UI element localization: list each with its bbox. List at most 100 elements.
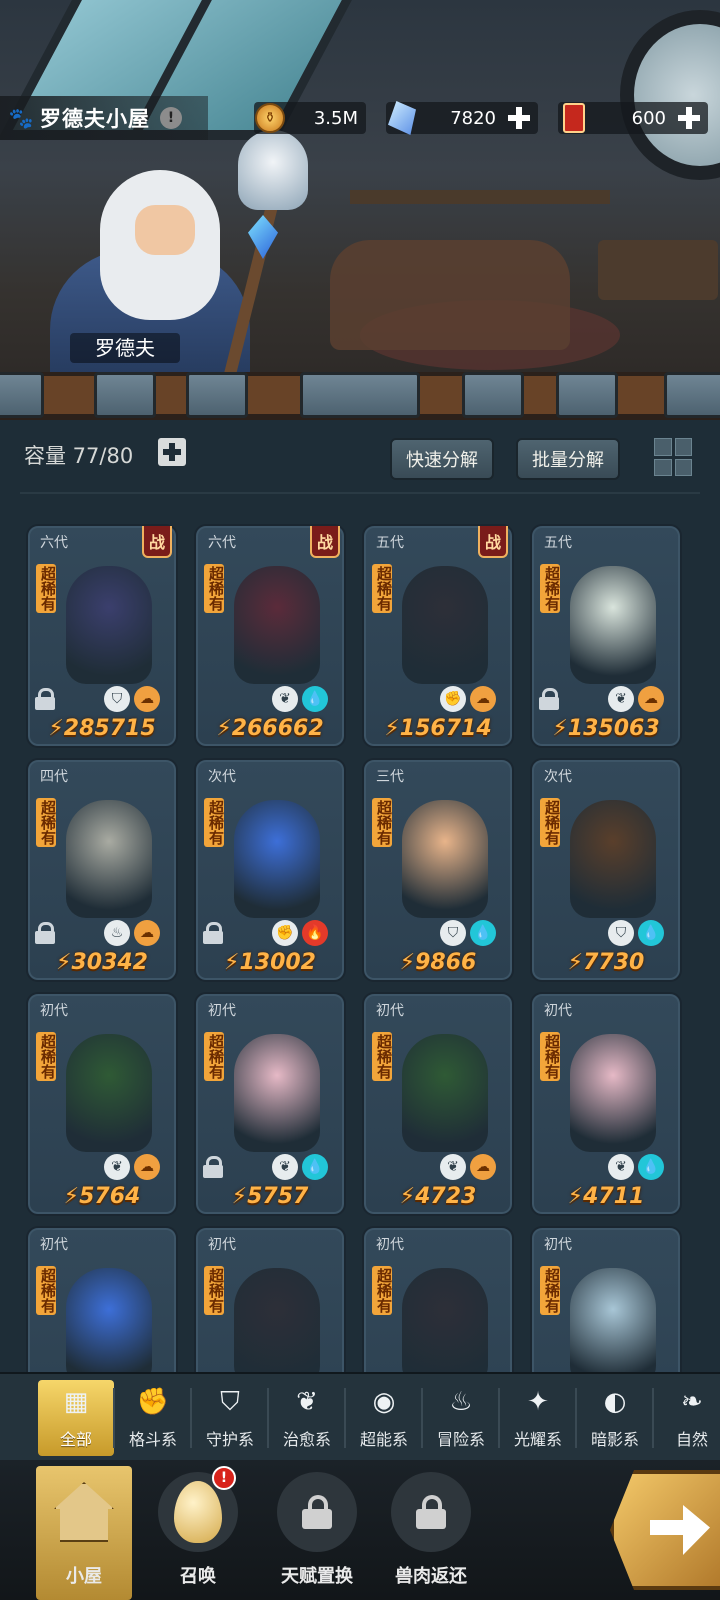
bookshelf [350,190,610,204]
generation-label: 初代 [376,1003,404,1019]
teal-type-icon: 💧 [638,920,664,946]
generation-label: 初代 [40,1003,68,1019]
pet-portrait [234,566,320,684]
pet-card[interactable]: 初代 超稀有 ❦ 💧 ⚡5757 [194,992,346,1216]
pet-type-icons: ✊ 🔥 [272,920,328,946]
add-crystal-button[interactable] [508,107,530,129]
pet-portrait [234,1268,320,1376]
alien-icon: ◉ [372,1387,396,1417]
coin-icon: ⚱ [255,103,285,133]
expand-capacity-button[interactable] [158,438,186,466]
guard-type-icon: ⛉ [440,920,466,946]
category-tab[interactable]: ◉ 超能系 [346,1380,422,1456]
nav-summon[interactable]: ! 召唤 [150,1466,246,1600]
rarity-tag: 超稀有 [372,564,393,613]
rarity-tag: 超稀有 [372,1032,393,1081]
lock-icon[interactable] [202,1156,224,1178]
category-tab[interactable]: ◐ 暗影系 [577,1380,653,1456]
generation-label: 五代 [544,535,572,551]
quick-decompose-button[interactable]: 快速分解 [390,438,494,480]
generation-label: 次代 [208,769,236,785]
rarity-tag: 超稀有 [204,1266,225,1315]
generation-label: 六代 [208,535,236,551]
pet-power: ⚡9866 [399,950,477,975]
pet-card[interactable]: 三代 超稀有 ⛉ 💧 ⚡9866 [362,758,514,982]
category-tab[interactable]: ❦ 治愈系 [269,1380,345,1456]
nav-meat-refund[interactable]: 兽肉返还 [376,1466,486,1600]
coin-value: 3.5M [313,107,358,129]
category-tab[interactable]: ❧ 自然 [654,1380,720,1456]
category-tab[interactable]: ♨ 冒险系 [423,1380,499,1456]
rarity-tag: 超稀有 [204,564,225,613]
grid-view-icon[interactable] [654,438,692,476]
potion-table [598,240,718,300]
red-type-icon: 🔥 [302,920,328,946]
pet-card[interactable]: 六代 战超稀有 ❦ 💧 ⚡266662 [194,524,346,748]
generation-label: 初代 [208,1003,236,1019]
pet-portrait [402,566,488,684]
pet-portrait [234,800,320,918]
heal-type-icon: ❦ [272,1154,298,1180]
shield-icon: ⛉ [220,1386,240,1417]
in-battle-badge: 战 [310,526,340,558]
heal-type-icon: ❦ [104,1154,130,1180]
pet-card[interactable]: 初代 超稀有 ❦ ☁ ⚡4723 [362,992,514,1216]
rarity-tag: 超稀有 [36,1266,57,1315]
tab-separator [421,1388,423,1448]
pet-portrait [66,1268,152,1376]
pet-type-icons: ❦ 💧 [272,686,328,712]
pet-card[interactable]: 初代 超稀有 ❦ ☁ ⚡5764 [26,992,178,1216]
rarity-tag: 超稀有 [204,1032,225,1081]
pet-card[interactable]: 初代超稀有 [26,1226,178,1376]
guard-type-icon: ⛉ [104,686,130,712]
pet-card[interactable]: 初代 超稀有 [194,1226,346,1376]
pet-card[interactable]: 初代 超稀有 ❦ 💧 ⚡4711 [530,992,682,1216]
lock-icon [414,1495,448,1529]
generation-label: 五代 [376,535,404,551]
rarity-tag: 超稀有 [372,798,393,847]
add-ticket-button[interactable] [678,107,700,129]
pet-power: ⚡7730 [567,950,645,975]
tab-separator [113,1388,115,1448]
pet-card[interactable]: 初代 超稀有 [362,1226,514,1376]
generation-label: 三代 [376,769,404,785]
pet-card[interactable]: 五代 战超稀有 ✊ ☁ ⚡156714 [362,524,514,748]
category-label: 冒险系 [436,1430,485,1449]
pet-power: ⚡266662 [216,716,324,741]
rarity-tag: 超稀有 [36,798,57,847]
nav-label: 兽肉返还 [395,1566,467,1587]
category-tab[interactable]: ⛉ 守护系 [192,1380,268,1456]
heal-type-icon: ❦ [440,1154,466,1180]
batch-decompose-button[interactable]: 批量分解 [516,438,620,480]
rarity-tag: 超稀有 [540,1032,561,1081]
category-tab[interactable]: ▦ 全部 [38,1380,114,1456]
nav-talent-swap[interactable]: 天赋置换 [262,1466,372,1600]
divider [20,492,700,494]
lock-icon[interactable] [34,922,56,944]
nav-label: 天赋置换 [281,1566,353,1587]
lock-icon[interactable] [34,688,56,710]
pet-card[interactable]: 五代 超稀有 ❦ ☁ ⚡135063 [530,524,682,748]
category-tab[interactable]: ✊ 格斗系 [115,1380,191,1456]
category-tab[interactable]: ✦ 光耀系 [500,1380,576,1456]
nav-cabin[interactable]: 小屋 [36,1466,132,1600]
owl [238,130,308,210]
generation-label: 初代 [40,1237,68,1253]
fist-type-icon: ✊ [440,686,466,712]
generation-label: 次代 [544,769,572,785]
lock-icon[interactable] [202,922,224,944]
lock-icon[interactable] [538,688,560,710]
guard-type-icon: ⛉ [608,920,634,946]
pet-card[interactable]: 次代 超稀有 ✊ 🔥 ⚡13002 [194,758,346,982]
top-hud: 🐾 罗德夫小屋 ! ⚱ 3.5M 7820 600 [0,96,720,140]
pet-card[interactable]: 四代 超稀有 ♨ ☁ ⚡30342 [26,758,178,982]
pet-card[interactable]: 初代 超稀有 [530,1226,682,1376]
pet-card[interactable]: 次代 超稀有 ⛉ 💧 ⚡7730 [530,758,682,982]
pet-power: ⚡285715 [48,716,156,741]
info-button[interactable]: ! [160,107,182,129]
pet-portrait [570,1268,656,1376]
generation-label: 四代 [40,769,68,785]
generation-label: 六代 [40,535,68,551]
rarity-tag: 超稀有 [540,564,561,613]
pet-card[interactable]: 六代 战超稀有 ⛉ ☁ ⚡285715 [26,524,178,748]
